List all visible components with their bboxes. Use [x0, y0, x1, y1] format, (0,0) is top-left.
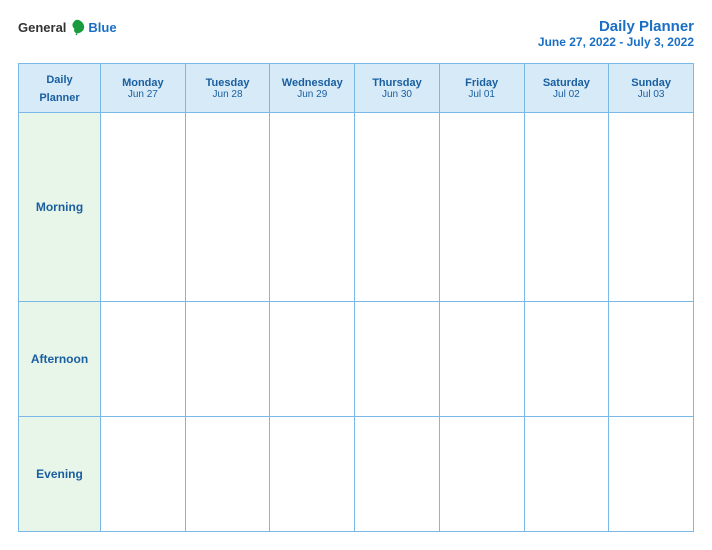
- cell-morning-thu[interactable]: [355, 113, 440, 302]
- col-header-mon-day: Monday: [105, 77, 181, 89]
- cell-evening-mon[interactable]: [101, 417, 186, 532]
- row-label-morning: Morning: [19, 113, 101, 302]
- cell-afternoon-fri[interactable]: [439, 302, 524, 417]
- row-label-evening: Evening: [19, 417, 101, 532]
- col-header-sat-date: Jul 02: [529, 89, 605, 100]
- table-row-morning: Morning: [19, 113, 694, 302]
- col-header-label: DailyPlanner: [19, 64, 101, 113]
- cell-afternoon-tue[interactable]: [185, 302, 270, 417]
- planner-title: Daily Planner: [538, 18, 694, 35]
- cell-afternoon-wed[interactable]: [270, 302, 355, 417]
- col-header-sun: Sunday Jul 03: [609, 64, 694, 113]
- planner-date-range: June 27, 2022 - July 3, 2022: [538, 35, 694, 49]
- logo-leaf-icon: [68, 18, 86, 36]
- cell-evening-tue[interactable]: [185, 417, 270, 532]
- table-row-afternoon: Afternoon: [19, 302, 694, 417]
- header-right: Daily Planner June 27, 2022 - July 3, 20…: [538, 18, 694, 49]
- col-header-thu-date: Jun 30: [359, 89, 435, 100]
- row-label-afternoon: Afternoon: [19, 302, 101, 417]
- cell-morning-mon[interactable]: [101, 113, 186, 302]
- col-header-thu: Thursday Jun 30: [355, 64, 440, 113]
- col-header-tue-day: Tuesday: [190, 77, 266, 89]
- planner-table: DailyPlanner Monday Jun 27 Tuesday Jun 2…: [18, 63, 694, 532]
- col-header-sun-day: Sunday: [613, 77, 689, 89]
- col-header-label-day: DailyPlanner: [39, 74, 79, 104]
- cell-afternoon-mon[interactable]: [101, 302, 186, 417]
- logo-text: General Blue: [18, 18, 117, 36]
- cell-morning-fri[interactable]: [439, 113, 524, 302]
- col-header-sat-day: Saturday: [529, 77, 605, 89]
- table-row-evening: Evening: [19, 417, 694, 532]
- cell-afternoon-sun[interactable]: [609, 302, 694, 417]
- page: General Blue Daily Planner June 27, 2022…: [0, 0, 712, 550]
- col-header-fri-date: Jul 01: [444, 89, 520, 100]
- cell-morning-wed[interactable]: [270, 113, 355, 302]
- logo-area: General Blue: [18, 18, 117, 36]
- cell-afternoon-thu[interactable]: [355, 302, 440, 417]
- header: General Blue Daily Planner June 27, 2022…: [18, 18, 694, 49]
- cell-evening-sat[interactable]: [524, 417, 609, 532]
- cell-afternoon-sat[interactable]: [524, 302, 609, 417]
- cell-evening-sun[interactable]: [609, 417, 694, 532]
- col-header-wed-day: Wednesday: [274, 77, 350, 89]
- cell-morning-sun[interactable]: [609, 113, 694, 302]
- col-header-mon: Monday Jun 27: [101, 64, 186, 113]
- col-header-tue: Tuesday Jun 28: [185, 64, 270, 113]
- cell-morning-tue[interactable]: [185, 113, 270, 302]
- col-header-fri-day: Friday: [444, 77, 520, 89]
- col-header-tue-date: Jun 28: [190, 89, 266, 100]
- col-header-fri: Friday Jul 01: [439, 64, 524, 113]
- logo-blue: Blue: [88, 20, 116, 35]
- cell-evening-thu[interactable]: [355, 417, 440, 532]
- col-header-thu-day: Thursday: [359, 77, 435, 89]
- col-header-wed-date: Jun 29: [274, 89, 350, 100]
- cell-evening-wed[interactable]: [270, 417, 355, 532]
- table-header-row: DailyPlanner Monday Jun 27 Tuesday Jun 2…: [19, 64, 694, 113]
- col-header-wed: Wednesday Jun 29: [270, 64, 355, 113]
- logo-general: General: [18, 20, 66, 35]
- col-header-mon-date: Jun 27: [105, 89, 181, 100]
- col-header-sun-date: Jul 03: [613, 89, 689, 100]
- cell-evening-fri[interactable]: [439, 417, 524, 532]
- cell-morning-sat[interactable]: [524, 113, 609, 302]
- col-header-sat: Saturday Jul 02: [524, 64, 609, 113]
